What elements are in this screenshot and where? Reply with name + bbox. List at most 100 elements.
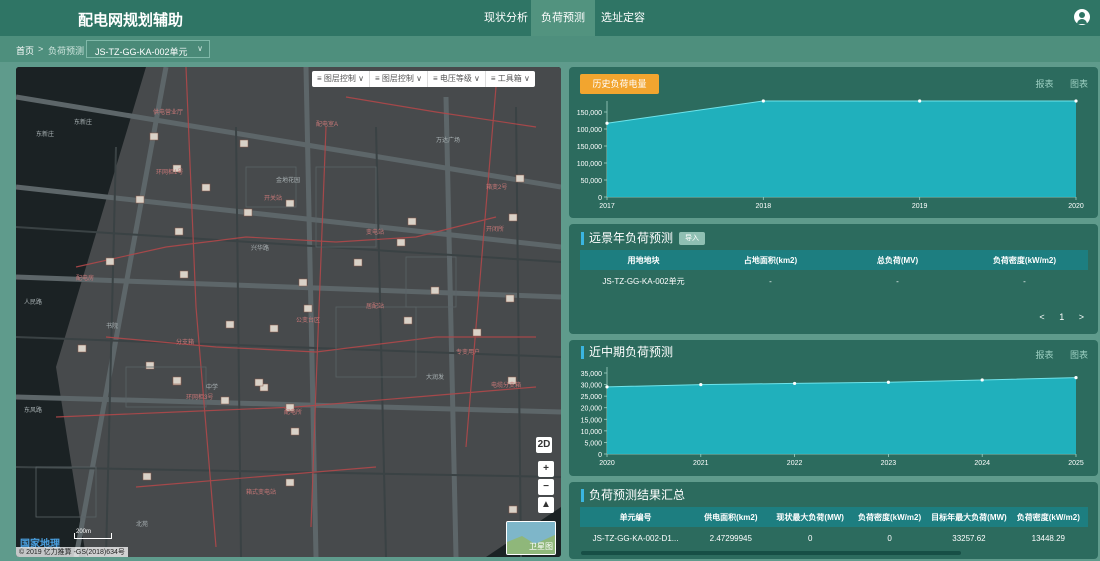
x-tick-label: 2020 xyxy=(1068,203,1084,210)
column-header: 占地面积(km2) xyxy=(743,255,798,265)
y-tick-label: 5,000 xyxy=(584,440,602,447)
x-tick-label: 2017 xyxy=(599,203,615,210)
top-bar: 配电网规划辅助 现状分析 负荷预测 选址定容 xyxy=(0,0,1100,36)
voltage-level-dropdown[interactable]: ≡ 电压等级 ∨ xyxy=(428,71,486,87)
area-series xyxy=(607,101,1076,197)
summary-table: 单元编号 供电面积(km2) 现状最大负荷(MW) 负荷密度(kW/m2) 目标… xyxy=(580,507,1088,549)
nav-load-forecast[interactable]: 负荷预测 xyxy=(531,0,595,36)
report-link[interactable]: 报表 xyxy=(1035,350,1053,360)
table-cell: 33257.62 xyxy=(952,533,986,543)
column-header: 总负荷(MV) xyxy=(876,255,919,265)
y-tick-label: 30,000 xyxy=(581,383,603,390)
app-title: 配电网规划辅助 xyxy=(78,12,184,29)
2d-toggle-button[interactable]: 2D xyxy=(536,437,552,453)
y-tick-label: 150,000 xyxy=(577,144,602,151)
unit-select-value: JS-TZ-GG-KA-002单元 xyxy=(95,47,188,57)
data-point xyxy=(886,380,890,384)
table-cell: 0 xyxy=(807,533,813,543)
horizontal-scrollbar[interactable] xyxy=(581,551,961,555)
table-header: 单元编号 供电面积(km2) 现状最大负荷(MW) 负荷密度(kW/m2) 目标… xyxy=(580,507,1088,527)
summary-title: 负荷预测结果汇总 xyxy=(581,489,685,502)
mid-forecast-chart: 0 5,000 10,000 15,000 20,000 25,000 30,000 35,0… xyxy=(581,367,1084,467)
x-tick-label: 2018 xyxy=(756,203,772,210)
x-tick-label: 2025 xyxy=(1068,460,1084,467)
map-label: 万达广场 xyxy=(436,138,461,144)
compass-icon[interactable]: ▲ xyxy=(538,497,554,513)
map-label: 配电室A xyxy=(316,122,339,128)
map-label: 供电营业厅 xyxy=(153,110,184,116)
x-tick-label: 2024 xyxy=(974,460,990,467)
table-header: 用地地块 占地面积(km2) 总负荷(MV) 负荷密度(kW/m2) xyxy=(580,250,1088,270)
table-cell: - xyxy=(896,276,899,286)
table-cell: - xyxy=(769,276,772,286)
column-header: 用地地块 xyxy=(627,255,660,265)
y-tick-label: 10,000 xyxy=(581,429,603,436)
y-tick-label: 35,000 xyxy=(581,371,603,378)
nav-site-selection[interactable]: 选址定容 xyxy=(591,0,655,36)
column-header: 负荷密度(kW/m2) xyxy=(858,512,922,522)
table-cell: 2.47299945 xyxy=(709,533,752,543)
table-row[interactable]: JS-TZ-GG-KA-002单元 - - - xyxy=(580,270,1088,292)
breadcrumb-current: 负荷预测 xyxy=(48,46,85,56)
map-label: 环网柜1号 xyxy=(156,170,184,176)
chevron-down-icon: ∨ xyxy=(197,44,203,53)
data-point xyxy=(793,381,797,386)
data-point xyxy=(980,378,984,382)
y-tick-label: 25,000 xyxy=(581,394,603,401)
y-tick-label: 0 xyxy=(598,452,602,459)
y-tick-label: 15,000 xyxy=(581,417,603,424)
column-header: 负荷密度(kW/m2) xyxy=(992,255,1057,265)
view-switch: 报表 图表 xyxy=(1021,77,1088,90)
y-tick-label: 100,000 xyxy=(577,161,602,168)
layer-control-dropdown-1[interactable]: ≡ 图层控制 ∨ xyxy=(312,71,370,87)
history-load-button[interactable]: 历史负荷电量 xyxy=(580,74,659,94)
import-button[interactable]: 导入 xyxy=(679,232,705,245)
layer-control-dropdown-2[interactable]: ≡ 图层控制 ∨ xyxy=(370,71,428,87)
table-row[interactable]: JS-TZ-GG-KA-002-D1... 2.47299945 0 0 332… xyxy=(580,527,1088,549)
map-label: 东新庄 xyxy=(36,132,55,138)
map-label: 东新庄 xyxy=(74,120,93,126)
chart-link[interactable]: 图表 xyxy=(1070,79,1088,89)
mid-forecast-title: 近中期负荷预测 xyxy=(581,346,673,359)
map-label: 开闭所 xyxy=(486,227,505,233)
zoom-in-button[interactable]: + xyxy=(538,461,554,477)
map-label: 环网柜3号 xyxy=(186,395,214,401)
user-icon[interactable] xyxy=(1074,9,1090,25)
page-number[interactable]: 1 xyxy=(1059,312,1064,322)
nav-status-analysis[interactable]: 现状分析 xyxy=(474,0,538,36)
x-tick-label: 2022 xyxy=(787,460,803,467)
zoom-out-button[interactable]: − xyxy=(538,479,554,495)
chart-link[interactable]: 图表 xyxy=(1070,350,1088,360)
prev-page-button[interactable]: < xyxy=(1039,312,1044,322)
data-point xyxy=(918,99,922,103)
map-label: 开关站 xyxy=(264,196,283,202)
map-label: 箱变2号 xyxy=(486,185,508,191)
data-point xyxy=(605,385,609,389)
map-canvas xyxy=(16,67,561,557)
toolbox-dropdown[interactable]: ≡ 工具箱 ∨ xyxy=(486,71,535,87)
y-tick-label: 50,000 xyxy=(581,178,603,185)
map-label: 北苑 xyxy=(136,522,149,528)
history-load-panel: 历史负荷电量 报表 图表 0 50,000 100,000 150,000 100,00… xyxy=(569,67,1098,218)
y-tick-label: 0 xyxy=(598,195,602,202)
map-toolbar: ≡ 图层控制 ∨ ≡ 图层控制 ∨ ≡ 电压等级 ∨ ≡ 工具箱 ∨ xyxy=(312,71,535,87)
map-label: 配电所 xyxy=(284,410,303,416)
far-forecast-table: 用地地块 占地面积(km2) 总负荷(MV) 负荷密度(kW/m2) JS-TZ… xyxy=(580,250,1088,292)
map-copyright: © 2019 亿力推算 -GS(2018)634号 xyxy=(16,547,128,557)
map-view[interactable]: 供电营业厅 配电室A 环网柜1号 开关站 箱变2号 配电房 变电站 开闭所 居配… xyxy=(16,67,561,557)
unit-select[interactable]: JS-TZ-GG-KA-002单元 ∨ xyxy=(86,40,210,58)
history-load-chart: 0 50,000 100,000 150,000 100,000 150,000 2017 2… xyxy=(577,99,1084,210)
x-tick-label: 2023 xyxy=(881,460,897,467)
map-label: 兴华路 xyxy=(251,246,270,252)
column-header: 供电面积(km2) xyxy=(704,512,758,522)
breadcrumb-home[interactable]: 首页 xyxy=(16,44,34,57)
next-page-button[interactable]: > xyxy=(1079,312,1084,322)
table-cell: 13448.29 xyxy=(1031,533,1065,543)
data-point xyxy=(1074,99,1078,103)
map-label: 箱式变电站 xyxy=(246,490,277,496)
mid-forecast-panel: 近中期负荷预测 报表 图表 0 5,000 10,000 15,000 20,000 25… xyxy=(569,340,1098,476)
y-tick-label: 100,000 xyxy=(577,127,602,134)
report-link[interactable]: 报表 xyxy=(1035,79,1053,89)
column-header: 现状最大负荷(MW) xyxy=(776,512,844,522)
satellite-toggle[interactable]: 卫星图 xyxy=(506,521,556,555)
